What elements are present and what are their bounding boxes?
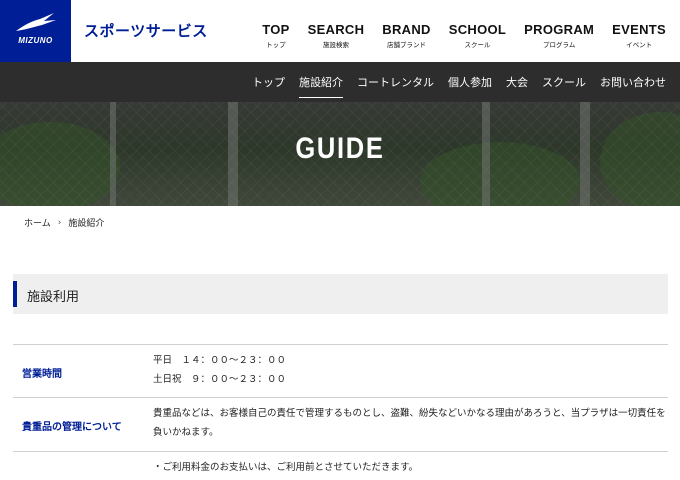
table-row-payment: ・ご利用料金のお支払いは、ご利用前とさせていただきます。	[13, 452, 668, 480]
table-row-valuables: 貴重品の管理について 貴重品などは、お客様自己の責任で管理するものとし、盗難、紛…	[13, 398, 668, 451]
main-nav-program[interactable]: PROGRAM プログラム	[524, 22, 594, 49]
site-title[interactable]: スポーツサービス	[84, 20, 208, 41]
main-nav-events[interactable]: EVENTS イベント	[612, 22, 666, 49]
sub-nav-individual[interactable]: 個人参加	[448, 74, 492, 90]
logo-text: MIZUNO	[18, 36, 53, 45]
hours-content: 平日 １４：００〜２３：００ 土日祝 ９：００〜２３：００	[153, 351, 286, 389]
hours-label: 営業時間	[22, 369, 62, 380]
breadcrumb-home[interactable]: ホーム	[24, 216, 51, 229]
main-nav-label: PROGRAM	[524, 22, 595, 37]
main-nav-school[interactable]: SCHOOL スクール	[449, 22, 506, 49]
hero-title: GUIDE	[295, 132, 385, 165]
payment-content: ・ご利用料金のお支払いは、ご利用前とさせていただきます。	[153, 458, 418, 477]
sub-nav-tournament[interactable]: 大会	[506, 74, 528, 90]
hero-banner: GUIDE	[0, 102, 680, 206]
main-nav-label: EVENTS	[612, 22, 666, 37]
breadcrumb: ホーム › 施設紹介	[24, 216, 105, 230]
sub-nav: トップ 施設紹介 コートレンタル 個人参加 大会 スクール お問い合わせ	[0, 62, 680, 102]
table-row-hours: 営業時間 平日 １４：００〜２３：００ 土日祝 ９：００〜２３：００	[13, 345, 668, 397]
breadcrumb-separator: ›	[57, 217, 62, 228]
sub-nav-school[interactable]: スクール	[542, 74, 586, 90]
main-nav-label: SEARCH	[307, 22, 365, 37]
valuables-label: 貴重品の管理について	[22, 422, 122, 433]
main-nav-top[interactable]: TOP トップ	[262, 22, 289, 49]
valuables-line-1: 貴重品などは、お客様自己の責任で管理するものとし、盗難、紛失などいかなる理由があ…	[153, 408, 666, 419]
sub-nav-top[interactable]: トップ	[252, 74, 285, 90]
main-nav: TOP トップ SEARCH 施設検索 BRAND 店舗ブランド SCHOOL …	[244, 22, 666, 49]
valuables-content: 貴重品などは、お客様自己の責任で管理するものとし、盗難、紛失などいかなる理由があ…	[153, 404, 666, 442]
valuables-line-2: 負いかねます。	[153, 427, 219, 438]
payment-line-1: ・ご利用料金のお支払いは、ご利用前とさせていただきます。	[153, 462, 419, 473]
sub-nav-court-rental[interactable]: コートレンタル	[357, 74, 434, 90]
section-title: 施設利用	[27, 290, 80, 305]
mizuno-logo[interactable]: MIZUNO	[0, 0, 71, 62]
runbird-icon	[16, 13, 56, 31]
main-nav-brand[interactable]: BRAND 店舗ブランド	[382, 22, 430, 49]
main-nav-label: SCHOOL	[448, 22, 507, 37]
main-nav-label: TOP	[262, 22, 290, 37]
heading-accent-bar	[13, 281, 17, 307]
sub-nav-contact[interactable]: お問い合わせ	[600, 74, 666, 90]
hours-weekday: 平日 １４：００〜２３：００	[153, 355, 287, 366]
hours-weekend: 土日祝 ９：００〜２３：００	[153, 374, 287, 385]
breadcrumb-current: 施設紹介	[68, 219, 105, 229]
main-nav-sublabel: トップ	[266, 41, 286, 49]
main-nav-search[interactable]: SEARCH 施設検索	[308, 22, 365, 49]
main-nav-sublabel: イベント	[626, 41, 653, 49]
main-nav-label: BRAND	[382, 22, 431, 37]
main-nav-sublabel: 店舗ブランド	[387, 41, 427, 49]
main-nav-sublabel: プログラム	[543, 41, 576, 49]
site-header: MIZUNO スポーツサービス TOP トップ SEARCH 施設検索 BRAN…	[0, 0, 680, 62]
sub-nav-facility[interactable]: 施設紹介	[299, 74, 343, 98]
section-heading: 施設利用	[13, 274, 668, 314]
main-nav-sublabel: 施設検索	[322, 41, 349, 49]
main-nav-sublabel: スクール	[464, 41, 491, 49]
